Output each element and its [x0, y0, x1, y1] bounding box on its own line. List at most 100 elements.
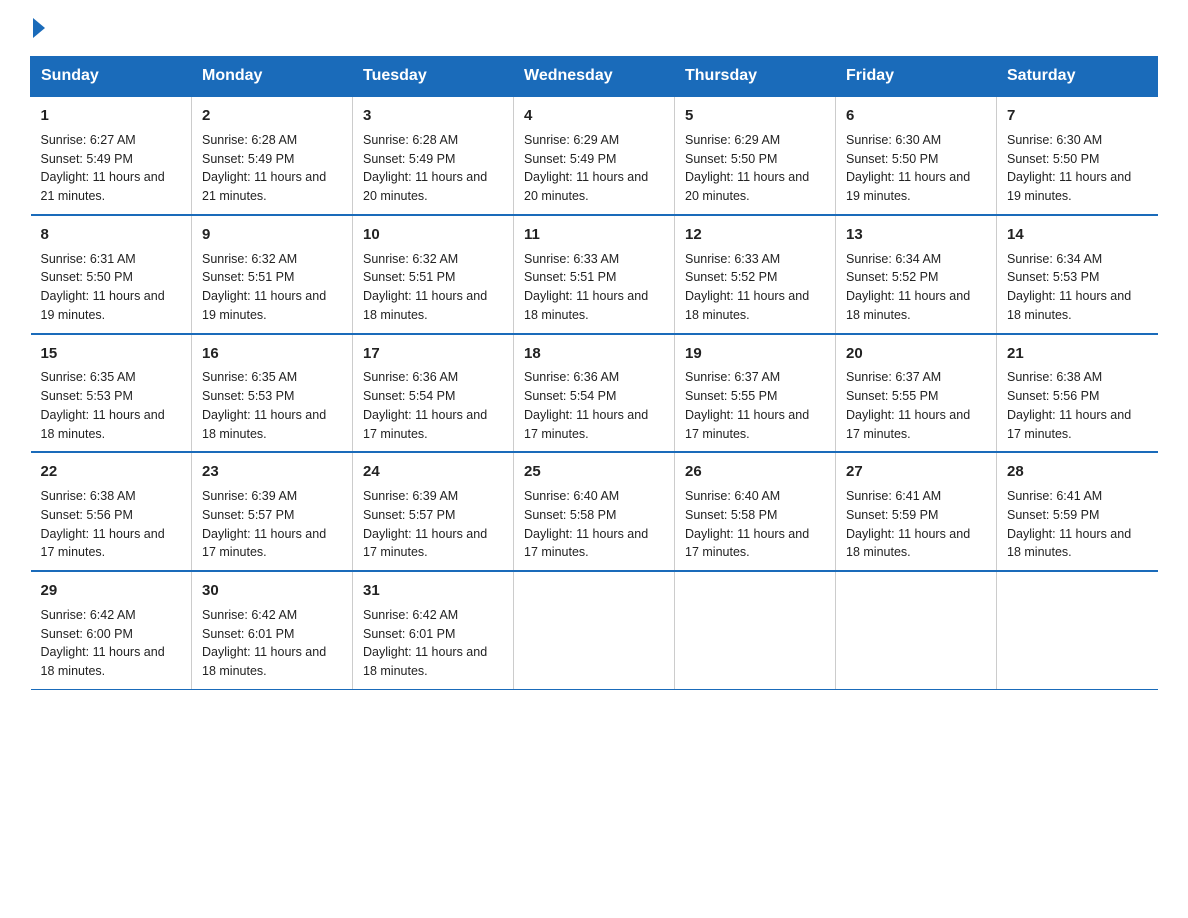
day-number: 23 — [202, 461, 342, 483]
calendar-header-tuesday: Tuesday — [353, 57, 514, 97]
day-info: Sunrise: 6:40 AMSunset: 5:58 PMDaylight:… — [685, 487, 825, 562]
day-info: Sunrise: 6:35 AMSunset: 5:53 PMDaylight:… — [202, 368, 342, 443]
calendar-header-friday: Friday — [836, 57, 997, 97]
calendar-day-cell: 3Sunrise: 6:28 AMSunset: 5:49 PMDaylight… — [353, 96, 514, 215]
day-info: Sunrise: 6:29 AMSunset: 5:50 PMDaylight:… — [685, 131, 825, 206]
calendar-header-sunday: Sunday — [31, 57, 192, 97]
day-number: 8 — [41, 224, 182, 246]
calendar-day-cell: 27Sunrise: 6:41 AMSunset: 5:59 PMDayligh… — [836, 452, 997, 571]
day-number: 2 — [202, 105, 342, 127]
day-info: Sunrise: 6:32 AMSunset: 5:51 PMDaylight:… — [363, 250, 503, 325]
logo-arrow-icon — [33, 18, 45, 38]
day-number: 15 — [41, 343, 182, 365]
day-number: 11 — [524, 224, 664, 246]
calendar-day-cell — [675, 571, 836, 689]
day-info: Sunrise: 6:32 AMSunset: 5:51 PMDaylight:… — [202, 250, 342, 325]
calendar-header-thursday: Thursday — [675, 57, 836, 97]
calendar-day-cell: 4 Sunrise: 6:29 AMSunset: 5:49 PMDaylight… — [514, 96, 675, 215]
calendar-week-row: 22 Sunrise: 6:38 AMSunset: 5:56 PMDayligh… — [31, 452, 1158, 571]
day-info: Sunrise: 6:30 AMSunset: 5:50 PMDaylight:… — [846, 131, 986, 206]
day-info: Sunrise: 6:36 AMSunset: 5:54 PMDaylight:… — [363, 368, 503, 443]
day-number: 20 — [846, 343, 986, 365]
day-number: 25 — [524, 461, 664, 483]
day-number: 5 — [685, 105, 825, 127]
day-info: Sunrise: 6:39 AMSunset: 5:57 PMDaylight:… — [202, 487, 342, 562]
calendar-day-cell: 14Sunrise: 6:34 AMSunset: 5:53 PMDayligh… — [997, 215, 1158, 334]
calendar-day-cell: 6 Sunrise: 6:30 AMSunset: 5:50 PMDaylight… — [836, 96, 997, 215]
calendar-day-cell — [836, 571, 997, 689]
day-info: Sunrise: 6:27 AMSunset: 5:49 PMDaylight:… — [41, 131, 182, 206]
calendar-day-cell: 1 Sunrise: 6:27 AMSunset: 5:49 PMDaylight… — [31, 96, 192, 215]
calendar-day-cell: 20 Sunrise: 6:37 AMSunset: 5:55 PMDayligh… — [836, 334, 997, 453]
day-number: 17 — [363, 343, 503, 365]
day-number: 24 — [363, 461, 503, 483]
calendar-day-cell: 21 Sunrise: 6:38 AMSunset: 5:56 PMDayligh… — [997, 334, 1158, 453]
logo — [30, 20, 49, 38]
calendar-day-cell: 12 Sunrise: 6:33 AMSunset: 5:52 PMDayligh… — [675, 215, 836, 334]
day-number: 26 — [685, 461, 825, 483]
calendar-header-monday: Monday — [192, 57, 353, 97]
calendar-day-cell: 19 Sunrise: 6:37 AMSunset: 5:55 PMDayligh… — [675, 334, 836, 453]
day-number: 27 — [846, 461, 986, 483]
calendar-day-cell: 8Sunrise: 6:31 AMSunset: 5:50 PMDaylight… — [31, 215, 192, 334]
day-info: Sunrise: 6:38 AMSunset: 5:56 PMDaylight:… — [41, 487, 182, 562]
calendar-day-cell: 31 Sunrise: 6:42 AMSunset: 6:01 PMDayligh… — [353, 571, 514, 689]
day-info: Sunrise: 6:42 AMSunset: 6:00 PMDaylight:… — [41, 606, 182, 681]
calendar-day-cell: 5 Sunrise: 6:29 AMSunset: 5:50 PMDaylight… — [675, 96, 836, 215]
day-info: Sunrise: 6:28 AMSunset: 5:49 PMDaylight:… — [363, 131, 503, 206]
day-info: Sunrise: 6:41 AMSunset: 5:59 PMDaylight:… — [1007, 487, 1148, 562]
day-info: Sunrise: 6:37 AMSunset: 5:55 PMDaylight:… — [846, 368, 986, 443]
calendar-day-cell: 11 Sunrise: 6:33 AMSunset: 5:51 PMDayligh… — [514, 215, 675, 334]
calendar-day-cell: 30 Sunrise: 6:42 AMSunset: 6:01 PMDayligh… — [192, 571, 353, 689]
page-header — [30, 20, 1158, 38]
day-number: 18 — [524, 343, 664, 365]
calendar-day-cell — [514, 571, 675, 689]
calendar-day-cell: 17 Sunrise: 6:36 AMSunset: 5:54 PMDayligh… — [353, 334, 514, 453]
day-info: Sunrise: 6:33 AMSunset: 5:51 PMDaylight:… — [524, 250, 664, 325]
calendar-day-cell: 25 Sunrise: 6:40 AMSunset: 5:58 PMDayligh… — [514, 452, 675, 571]
day-number: 22 — [41, 461, 182, 483]
day-number: 4 — [524, 105, 664, 127]
day-info: Sunrise: 6:33 AMSunset: 5:52 PMDaylight:… — [685, 250, 825, 325]
calendar-day-cell — [997, 571, 1158, 689]
day-info: Sunrise: 6:30 AMSunset: 5:50 PMDaylight:… — [1007, 131, 1148, 206]
calendar-table: SundayMondayTuesdayWednesdayThursdayFrid… — [30, 56, 1158, 690]
day-number: 7 — [1007, 105, 1148, 127]
calendar-header-saturday: Saturday — [997, 57, 1158, 97]
day-number: 6 — [846, 105, 986, 127]
calendar-day-cell: 7 Sunrise: 6:30 AMSunset: 5:50 PMDaylight… — [997, 96, 1158, 215]
day-info: Sunrise: 6:40 AMSunset: 5:58 PMDaylight:… — [524, 487, 664, 562]
day-number: 29 — [41, 580, 182, 602]
day-number: 12 — [685, 224, 825, 246]
calendar-day-cell: 28 Sunrise: 6:41 AMSunset: 5:59 PMDayligh… — [997, 452, 1158, 571]
calendar-day-cell: 23 Sunrise: 6:39 AMSunset: 5:57 PMDayligh… — [192, 452, 353, 571]
calendar-week-row: 29 Sunrise: 6:42 AMSunset: 6:00 PMDayligh… — [31, 571, 1158, 689]
calendar-day-cell: 13Sunrise: 6:34 AMSunset: 5:52 PMDayligh… — [836, 215, 997, 334]
day-number: 30 — [202, 580, 342, 602]
calendar-day-cell: 16Sunrise: 6:35 AMSunset: 5:53 PMDayligh… — [192, 334, 353, 453]
calendar-day-cell: 10Sunrise: 6:32 AMSunset: 5:51 PMDayligh… — [353, 215, 514, 334]
day-info: Sunrise: 6:29 AMSunset: 5:49 PMDaylight:… — [524, 131, 664, 206]
calendar-week-row: 15 Sunrise: 6:35 AMSunset: 5:53 PMDayligh… — [31, 334, 1158, 453]
calendar-day-cell: 18 Sunrise: 6:36 AMSunset: 5:54 PMDayligh… — [514, 334, 675, 453]
calendar-day-cell: 15Sunrise: 6:35 AMSunset: 5:53 PMDayligh… — [31, 334, 192, 453]
day-info: Sunrise: 6:42 AMSunset: 6:01 PMDaylight:… — [202, 606, 342, 681]
day-number: 19 — [685, 343, 825, 365]
day-info: Sunrise: 6:36 AMSunset: 5:54 PMDaylight:… — [524, 368, 664, 443]
calendar-day-cell: 29 Sunrise: 6:42 AMSunset: 6:00 PMDayligh… — [31, 571, 192, 689]
day-number: 28 — [1007, 461, 1148, 483]
day-info: Sunrise: 6:34 AMSunset: 5:52 PMDaylight:… — [846, 250, 986, 325]
day-number: 1 — [41, 105, 182, 127]
day-number: 9 — [202, 224, 342, 246]
calendar-day-cell: 9 Sunrise: 6:32 AMSunset: 5:51 PMDaylight… — [192, 215, 353, 334]
day-info: Sunrise: 6:39 AMSunset: 5:57 PMDaylight:… — [363, 487, 503, 562]
day-info: Sunrise: 6:42 AMSunset: 6:01 PMDaylight:… — [363, 606, 503, 681]
day-number: 14 — [1007, 224, 1148, 246]
day-info: Sunrise: 6:37 AMSunset: 5:55 PMDaylight:… — [685, 368, 825, 443]
calendar-day-cell: 24 Sunrise: 6:39 AMSunset: 5:57 PMDayligh… — [353, 452, 514, 571]
day-info: Sunrise: 6:38 AMSunset: 5:56 PMDaylight:… — [1007, 368, 1148, 443]
calendar-day-cell: 2Sunrise: 6:28 AMSunset: 5:49 PMDaylight… — [192, 96, 353, 215]
calendar-day-cell: 22 Sunrise: 6:38 AMSunset: 5:56 PMDayligh… — [31, 452, 192, 571]
day-number: 31 — [363, 580, 503, 602]
day-number: 21 — [1007, 343, 1148, 365]
